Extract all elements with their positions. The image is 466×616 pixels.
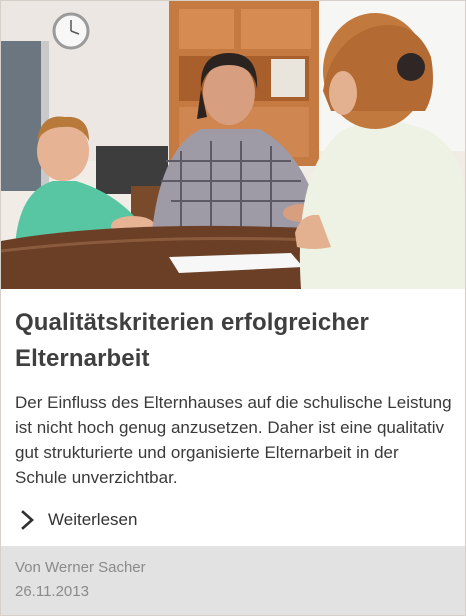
article-author: Von Werner Sacher — [15, 559, 146, 576]
article-photo — [1, 1, 465, 289]
article-teaser: Der Einfluss des Elternhauses auf die sc… — [15, 393, 452, 487]
article-meta: Von Werner Sacher 26.11.2013 — [1, 546, 465, 615]
article-card[interactable]: Qualitätskriterien erfolgreicher Elterna… — [0, 0, 466, 616]
article-image[interactable] — [1, 1, 465, 289]
read-more-label: Weiterlesen — [48, 510, 138, 529]
article-title[interactable]: Qualitätskriterien erfolgreicher Elterna… — [15, 305, 445, 377]
chevron-right-icon — [21, 510, 34, 530]
article-content: Qualitätskriterien erfolgreicher Elterna… — [1, 289, 465, 545]
read-more-link[interactable]: Weiterlesen — [19, 507, 137, 533]
article-date: 26.11.2013 — [15, 583, 89, 600]
